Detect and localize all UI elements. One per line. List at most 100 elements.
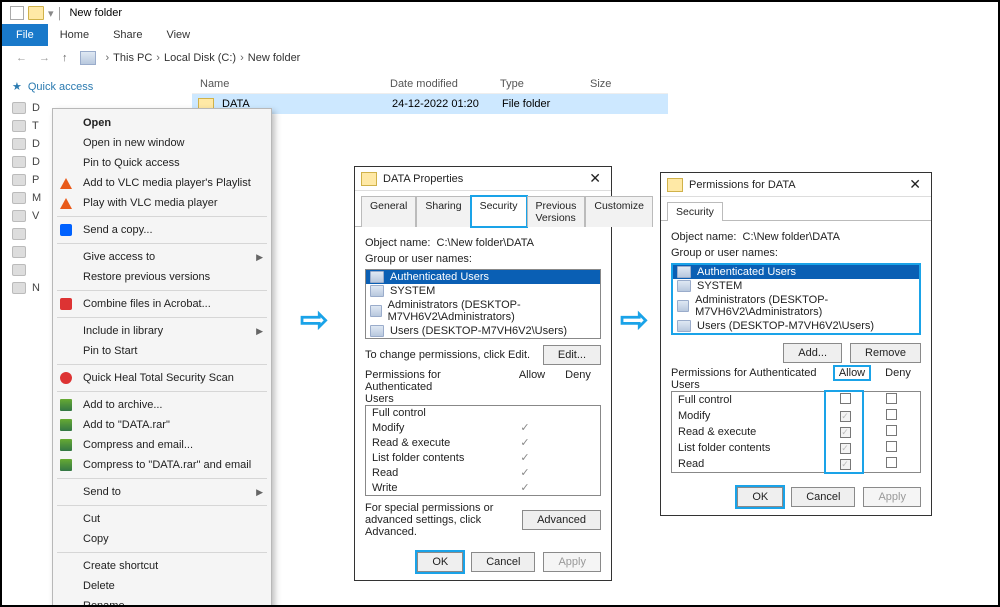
apply-button[interactable]: Apply xyxy=(863,487,921,507)
ctx-give-access[interactable]: Give access to▶ xyxy=(53,247,271,267)
nav-up-icon[interactable]: ↑ xyxy=(56,52,74,64)
nav-fwd-icon[interactable]: → xyxy=(33,52,56,64)
ctx-pin-start[interactable]: Pin to Start xyxy=(53,341,271,361)
ribbon-file[interactable]: File xyxy=(2,24,48,46)
ctx-rename[interactable]: Rename xyxy=(53,596,271,607)
ok-button[interactable]: OK xyxy=(417,552,463,572)
group-item[interactable]: Authenticated Users xyxy=(366,270,600,284)
qat-button[interactable] xyxy=(10,6,24,20)
tab-sharing[interactable]: Sharing xyxy=(416,196,470,227)
crumb-folder[interactable]: New folder xyxy=(248,52,301,64)
perm-name: Read & execute xyxy=(372,437,502,449)
group-item[interactable]: Authenticated Users xyxy=(673,265,919,279)
ctx-pin-qa[interactable]: Pin to Quick access xyxy=(53,153,271,173)
ctx-copy[interactable]: Copy xyxy=(53,529,271,549)
column-headers[interactable]: Name Date modified Type Size xyxy=(192,74,668,94)
ctx-vlc-playlist[interactable]: Add to VLC media player's Playlist xyxy=(53,173,271,193)
submenu-arrow-icon: ▶ xyxy=(256,252,263,263)
col-size[interactable]: Size xyxy=(582,78,642,90)
dialog-titlebar[interactable]: DATA Properties ✕ xyxy=(355,167,611,191)
deny-checkbox[interactable] xyxy=(886,441,897,452)
cancel-button[interactable]: Cancel xyxy=(471,552,535,572)
crumb-pc[interactable]: This PC xyxy=(113,52,152,64)
crumb-drive[interactable]: Local Disk (C:) xyxy=(164,52,236,64)
close-icon[interactable]: ✕ xyxy=(585,170,605,187)
deny-header: Deny xyxy=(555,369,601,405)
ctx-quickheal[interactable]: Quick Heal Total Security Scan xyxy=(53,368,271,388)
add-button[interactable]: Add... xyxy=(783,343,842,363)
properties-tabs: General Sharing Security Previous Versio… xyxy=(355,191,611,227)
tab-customize[interactable]: Customize xyxy=(585,196,653,227)
quickheal-icon xyxy=(60,372,72,384)
group-item[interactable]: SYSTEM xyxy=(673,279,919,293)
ctx-open-new[interactable]: Open in new window xyxy=(53,133,271,153)
folder-icon xyxy=(667,178,683,192)
advanced-hint: For special permissions or advanced sett… xyxy=(365,502,522,538)
winrar-icon xyxy=(60,439,72,451)
advanced-button[interactable]: Advanced xyxy=(522,510,601,530)
deny-checkbox[interactable] xyxy=(886,393,897,404)
col-date[interactable]: Date modified xyxy=(382,78,492,90)
ctx-restore[interactable]: Restore previous versions xyxy=(53,267,271,287)
quick-access[interactable]: ★ Quick access xyxy=(12,80,192,93)
ribbon: File Home Share View xyxy=(2,24,998,46)
perm-label: Permissions for Authenticated xyxy=(671,367,817,379)
tab-previous[interactable]: Previous Versions xyxy=(527,196,586,227)
ok-button[interactable]: OK xyxy=(737,487,783,507)
dialog-title: DATA Properties xyxy=(383,173,463,185)
object-path: C:\New folder\DATA xyxy=(437,237,534,249)
apply-button[interactable]: Apply xyxy=(543,552,601,572)
ctx-add-archive[interactable]: Add to archive... xyxy=(53,395,271,415)
ctx-compress-rar-email[interactable]: Compress to "DATA.rar" and email xyxy=(53,455,271,475)
ribbon-share[interactable]: Share xyxy=(101,25,154,45)
vlc-icon xyxy=(60,198,72,209)
ctx-open[interactable]: Open xyxy=(53,113,271,133)
tab-security[interactable]: Security xyxy=(471,196,527,227)
group-item[interactable]: SYSTEM xyxy=(366,284,600,298)
deny-checkbox[interactable] xyxy=(886,425,897,436)
file-date: 24-12-2022 01:20 xyxy=(384,98,494,110)
ctx-create-shortcut[interactable]: Create shortcut xyxy=(53,556,271,576)
ctx-send-to[interactable]: Send to▶ xyxy=(53,482,271,502)
col-type[interactable]: Type xyxy=(492,78,582,90)
deny-checkbox[interactable] xyxy=(886,457,897,468)
allow-checkbox[interactable] xyxy=(840,393,851,404)
tab-general[interactable]: General xyxy=(361,196,416,227)
ribbon-home[interactable]: Home xyxy=(48,25,101,45)
allow-header: Allow xyxy=(509,369,555,405)
nav-back-icon[interactable]: ← xyxy=(10,52,33,64)
allow-checkbox[interactable]: ✓ xyxy=(840,443,851,454)
user-icon xyxy=(677,280,691,292)
dialog-title: Permissions for DATA xyxy=(689,179,796,191)
ctx-send-copy[interactable]: Send a copy... xyxy=(53,220,271,240)
ctx-vlc-play[interactable]: Play with VLC media player xyxy=(53,193,271,213)
allow-checkbox[interactable]: ✓ xyxy=(840,427,851,438)
ctx-compress-email[interactable]: Compress and email... xyxy=(53,435,271,455)
groups-listbox[interactable]: Authenticated Users SYSTEM Administrator… xyxy=(365,269,601,339)
tab-security[interactable]: Security xyxy=(667,202,723,221)
address-bar[interactable]: ← → ↑ › This PC › Local Disk (C:) › New … xyxy=(10,46,988,70)
groups-listbox[interactable]: Authenticated Users SYSTEM Administrator… xyxy=(671,263,921,335)
ctx-combine[interactable]: Combine files in Acrobat... xyxy=(53,294,271,314)
file-type: File folder xyxy=(494,98,584,110)
dialog-titlebar[interactable]: Permissions for DATA ✕ xyxy=(661,173,931,197)
edit-button[interactable]: Edit... xyxy=(543,345,601,365)
group-item[interactable]: Users (DESKTOP-M7VH6V2\Users) xyxy=(673,319,919,333)
allow-checkbox[interactable]: ✓ xyxy=(840,411,851,422)
group-item[interactable]: Administrators (DESKTOP-M7VH6V2\Administ… xyxy=(673,293,919,319)
ctx-add-rar[interactable]: Add to "DATA.rar" xyxy=(53,415,271,435)
deny-checkbox[interactable] xyxy=(886,409,897,420)
ctx-include-lib[interactable]: Include in library▶ xyxy=(53,321,271,341)
ctx-delete[interactable]: Delete xyxy=(53,576,271,596)
winrar-icon xyxy=(60,419,72,431)
remove-button[interactable]: Remove xyxy=(850,343,921,363)
group-item[interactable]: Administrators (DESKTOP-M7VH6V2\Administ… xyxy=(366,298,600,324)
cancel-button[interactable]: Cancel xyxy=(791,487,855,507)
close-icon[interactable]: ✕ xyxy=(905,176,925,193)
ctx-cut[interactable]: Cut xyxy=(53,509,271,529)
object-path: C:\New folder\DATA xyxy=(743,231,840,243)
allow-checkbox[interactable]: ✓ xyxy=(840,459,851,470)
ribbon-view[interactable]: View xyxy=(154,25,202,45)
col-name[interactable]: Name xyxy=(192,78,382,90)
group-item[interactable]: Users (DESKTOP-M7VH6V2\Users) xyxy=(366,324,600,338)
